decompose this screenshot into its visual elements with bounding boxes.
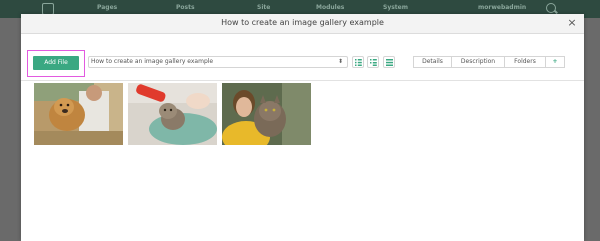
tab-details[interactable]: Details [413,56,452,68]
compact-view-button[interactable] [383,56,395,68]
grid-view-icon [355,59,362,66]
nav-item-posts: Posts [176,4,195,11]
add-file-highlight: Add File [27,50,85,77]
add-file-button[interactable]: Add File [33,56,79,70]
modal-header: How to create an image gallery example × [21,14,584,34]
detail-tabs: Details Description Folders + [413,56,565,68]
gallery-modal: How to create an image gallery example ×… [21,14,584,241]
list-view-button[interactable] [367,56,379,68]
tab-add[interactable]: + [545,56,565,68]
background-sidebar [0,18,20,241]
search-icon [546,3,556,13]
modal-toolbar: Add File How to create an image gallery … [21,34,584,81]
compact-view-icon [386,59,393,66]
tab-folders[interactable]: Folders [504,56,546,68]
nav-item-user: morwebadmin [478,4,527,11]
modal-title: How to create an image gallery example [221,18,384,27]
nav-item-system: System [383,4,408,11]
nav-item-site: Site [257,4,271,11]
gallery-select-value: How to create an image gallery example [91,58,214,65]
image-thumb-kitten[interactable] [128,83,217,145]
background-right-panel [584,18,600,241]
gallery-select[interactable]: How to create an image gallery example ⬍ [88,56,348,68]
nav-item-pages: Pages [97,4,118,11]
select-arrows-icon: ⬍ [337,58,343,65]
image-thumb-dog[interactable] [34,83,123,145]
list-view-icon [370,59,377,66]
close-button[interactable]: × [566,17,578,29]
dog-photo-image [34,83,123,145]
nav-item-modules: Modules [316,4,345,11]
tab-description[interactable]: Description [451,56,505,68]
cat-photo-image [222,83,311,145]
grid-view-button[interactable] [352,56,364,68]
kitten-photo-image [128,83,217,145]
image-thumb-cat[interactable] [222,83,311,145]
